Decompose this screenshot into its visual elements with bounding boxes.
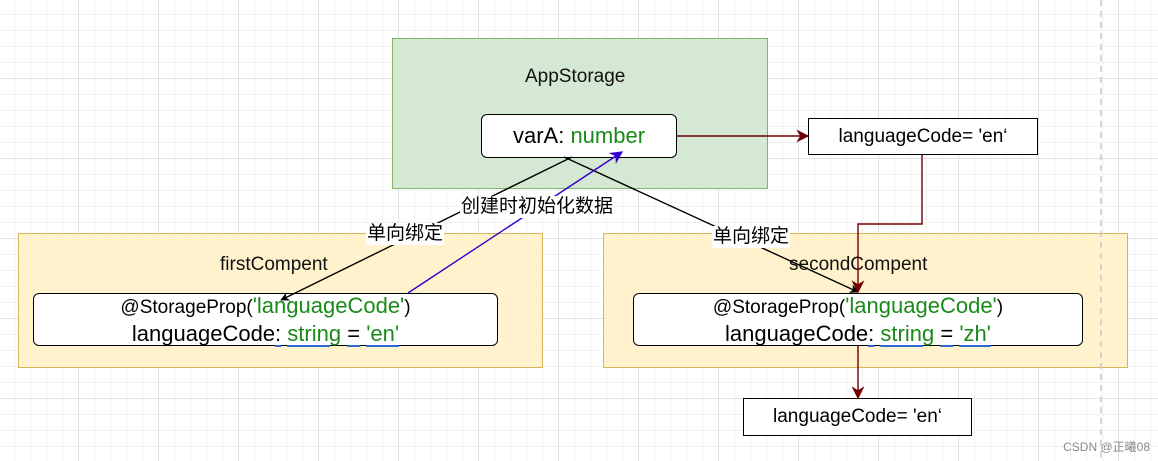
watermark: CSDN @正曦08 xyxy=(1063,440,1150,454)
edge-label-one-way-left: 单向绑定 xyxy=(366,223,445,245)
connectors xyxy=(280,129,923,400)
value-arrow-to-second xyxy=(851,155,923,294)
binding-arrow-right xyxy=(563,156,859,293)
edge-label-one-way-right: 单向绑定 xyxy=(712,226,791,248)
edge-label-init-data: 创建时初始化数据 xyxy=(460,196,615,218)
